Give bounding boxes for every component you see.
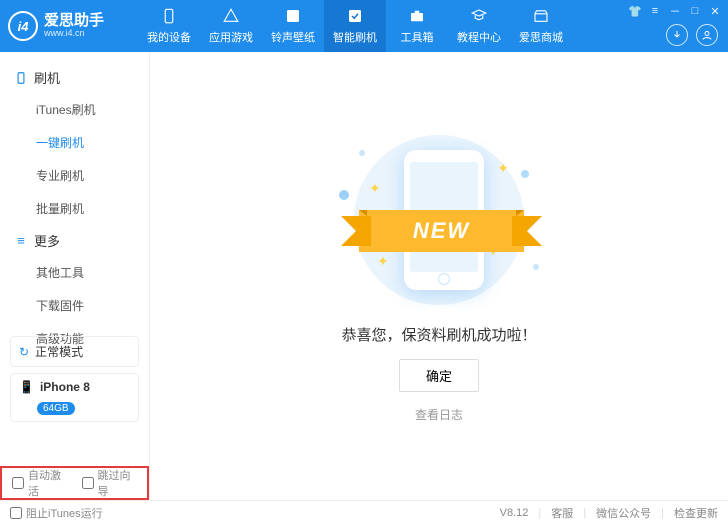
mode-label: 正常模式 xyxy=(35,343,83,360)
tab-label: 爱思商城 xyxy=(519,29,563,45)
phone-small-icon: 📱 xyxy=(19,380,34,394)
tab-label: 教程中心 xyxy=(457,29,501,45)
tab-toolbox[interactable]: 工具箱 xyxy=(386,0,448,52)
tutorial-icon xyxy=(470,7,488,25)
footer-update-link[interactable]: 检查更新 xyxy=(674,505,718,521)
skip-guide-checkbox[interactable]: 跳过向导 xyxy=(82,467,138,499)
main-content: ✦✦✦✦ NEW 恭喜您，保资料刷机成功啦！ 确定 查看日志 xyxy=(150,52,728,500)
sidebar-item-firmware[interactable]: 下载固件 xyxy=(0,289,149,322)
tab-label: 铃声壁纸 xyxy=(271,29,315,45)
more-icon: ≡ xyxy=(14,234,28,248)
device-icon xyxy=(160,7,178,25)
sidebar-item-other[interactable]: 其他工具 xyxy=(0,256,149,289)
status-bar: 阻止iTunes运行 V8.12 | 客服 | 微信公众号 | 检查更新 xyxy=(0,500,728,524)
success-illustration: ✦✦✦✦ NEW xyxy=(339,130,539,310)
skin-icon[interactable]: 👕 xyxy=(628,4,642,18)
success-message: 恭喜您，保资料刷机成功啦！ xyxy=(341,324,536,345)
tab-apps[interactable]: 应用游戏 xyxy=(200,0,262,52)
minimize-button[interactable]: － xyxy=(668,4,682,18)
version-label: V8.12 xyxy=(500,507,529,519)
sidebar-group-more: ≡ 更多 xyxy=(0,225,149,256)
header-actions xyxy=(666,24,718,46)
tab-label: 智能刷机 xyxy=(333,29,377,45)
footer-cs-link[interactable]: 客服 xyxy=(551,505,573,521)
phone-icon xyxy=(14,71,28,85)
close-button[interactable]: ✕ xyxy=(708,4,722,18)
ok-button[interactable]: 确定 xyxy=(399,359,479,392)
tab-tutorials[interactable]: 教程中心 xyxy=(448,0,510,52)
sidebar-item-batch[interactable]: 批量刷机 xyxy=(0,192,149,225)
wallpaper-icon xyxy=(284,7,302,25)
download-button[interactable] xyxy=(666,24,688,46)
tab-label: 工具箱 xyxy=(401,29,434,45)
storage-badge: 64GB xyxy=(37,402,75,415)
checkbox-label: 阻止iTunes运行 xyxy=(26,505,103,521)
refresh-icon: ↻ xyxy=(19,345,29,359)
device-name: iPhone 8 xyxy=(40,380,90,394)
flash-icon xyxy=(346,7,364,25)
group-label: 刷机 xyxy=(34,68,60,87)
mode-row[interactable]: ↻ 正常模式 xyxy=(10,336,139,367)
auto-activate-checkbox[interactable]: 自动激活 xyxy=(12,467,68,499)
checkbox-label: 跳过向导 xyxy=(98,467,138,499)
sidebar: 刷机 iTunes刷机 一键刷机 专业刷机 批量刷机 ≡ 更多 其他工具 下载固… xyxy=(0,52,150,500)
tab-ringtones[interactable]: 铃声壁纸 xyxy=(262,0,324,52)
sidebar-group-flash: 刷机 xyxy=(0,62,149,93)
tab-label: 我的设备 xyxy=(147,29,191,45)
logo-icon: i4 xyxy=(8,11,38,41)
title-bar: i4 爱思助手 www.i4.cn 我的设备 应用游戏 铃声壁纸 智能刷机 工具… xyxy=(0,0,728,52)
app-logo: i4 爱思助手 www.i4.cn xyxy=(8,11,128,41)
store-icon xyxy=(532,7,550,25)
footer-wechat-link[interactable]: 微信公众号 xyxy=(596,505,651,521)
profile-button[interactable] xyxy=(696,24,718,46)
tab-store[interactable]: 爱思商城 xyxy=(510,0,572,52)
block-itunes-checkbox[interactable]: 阻止iTunes运行 xyxy=(10,505,103,521)
device-row[interactable]: 📱 iPhone 8 64GB xyxy=(10,373,139,422)
app-title: 爱思助手 xyxy=(44,13,104,30)
toolbox-icon xyxy=(408,7,426,25)
sidebar-item-oneclick[interactable]: 一键刷机 xyxy=(0,126,149,159)
window-controls: 👕 ≡ － □ ✕ xyxy=(628,4,722,18)
app-subtitle: www.i4.cn xyxy=(44,29,104,39)
sidebar-item-itunes[interactable]: iTunes刷机 xyxy=(0,93,149,126)
apps-icon xyxy=(222,7,240,25)
maximize-button[interactable]: □ xyxy=(688,4,702,18)
new-ribbon: NEW xyxy=(359,210,524,252)
menu-icon[interactable]: ≡ xyxy=(648,4,662,18)
tab-my-device[interactable]: 我的设备 xyxy=(138,0,200,52)
group-label: 更多 xyxy=(34,231,60,250)
tab-flash[interactable]: 智能刷机 xyxy=(324,0,386,52)
ribbon-text: NEW xyxy=(413,218,470,244)
checkbox-label: 自动激活 xyxy=(28,467,68,499)
options-highlight-box: 自动激活 跳过向导 xyxy=(0,466,149,500)
sidebar-item-pro[interactable]: 专业刷机 xyxy=(0,159,149,192)
main-tabs: 我的设备 应用游戏 铃声壁纸 智能刷机 工具箱 教程中心 爱思商城 xyxy=(138,0,572,52)
tab-label: 应用游戏 xyxy=(209,29,253,45)
view-log-link[interactable]: 查看日志 xyxy=(415,406,463,423)
